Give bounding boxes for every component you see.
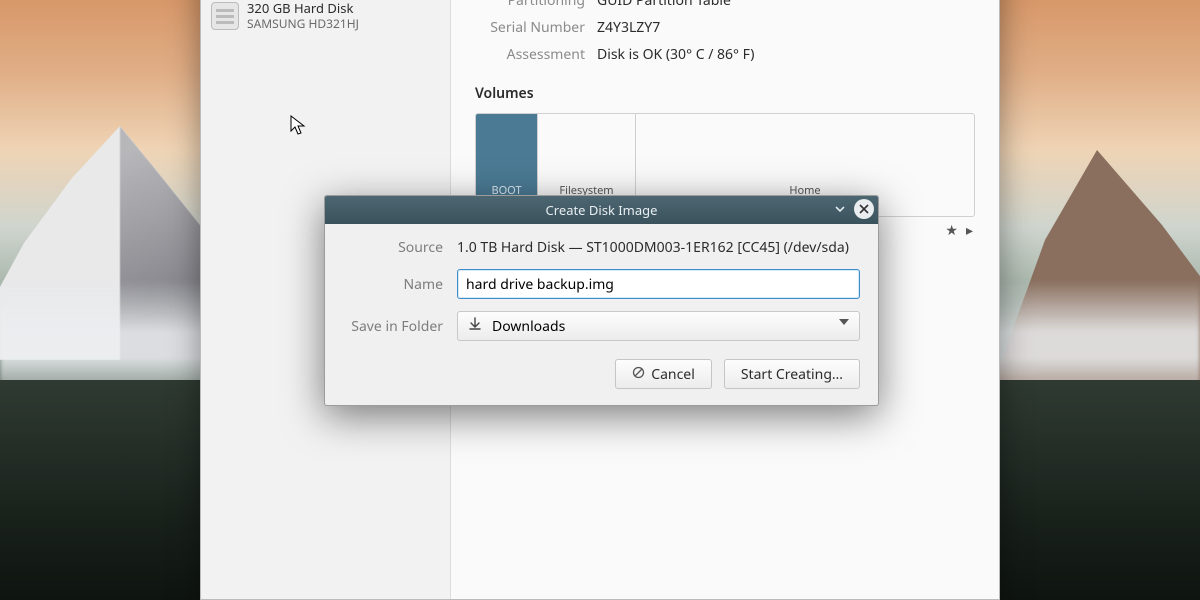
label-serial: Serial Number [475,18,585,37]
dialog-title: Create Disk Image [546,201,658,219]
label-name: Name [343,275,443,294]
minimize-button[interactable] [830,199,850,219]
label-source: Source [343,238,443,257]
download-icon [468,317,482,336]
cancel-button[interactable]: Cancel [615,359,712,389]
disk-model: SAMSUNG HD321HJ [247,16,359,31]
label-assessment: Assessment [475,45,585,64]
play-icon[interactable]: ▸ [966,221,973,240]
folder-value: Downloads [492,317,565,336]
value-partitioning: GUID Partition Table [597,0,731,10]
start-creating-button[interactable]: Start Creating… [724,359,860,389]
value-serial: Z4Y3LZY7 [597,18,660,37]
create-disk-image-dialog: Create Disk Image Source 1.0 TB Hard Dis… [324,195,879,406]
label-partitioning: Partitioning [475,0,585,10]
disk-title: 320 GB Hard Disk [247,0,359,16]
disk-list-item[interactable]: 320 GB Hard Disk SAMSUNG HD321HJ [201,0,450,39]
folder-combobox[interactable]: Downloads [457,311,860,341]
volumes-heading: Volumes [475,84,975,103]
chevron-down-icon [839,319,849,325]
cancel-icon [632,365,645,384]
close-button[interactable] [854,199,874,219]
dialog-titlebar[interactable]: Create Disk Image [325,196,878,224]
label-folder: Save in Folder [343,317,443,336]
image-name-input[interactable] [457,269,860,299]
star-icon[interactable]: ★ [945,221,958,240]
value-source: 1.0 TB Hard Disk — ST1000DM003-1ER162 [C… [457,238,860,257]
value-assessment: Disk is OK (30° C / 86° F) [597,45,754,64]
hard-disk-icon [211,2,239,30]
